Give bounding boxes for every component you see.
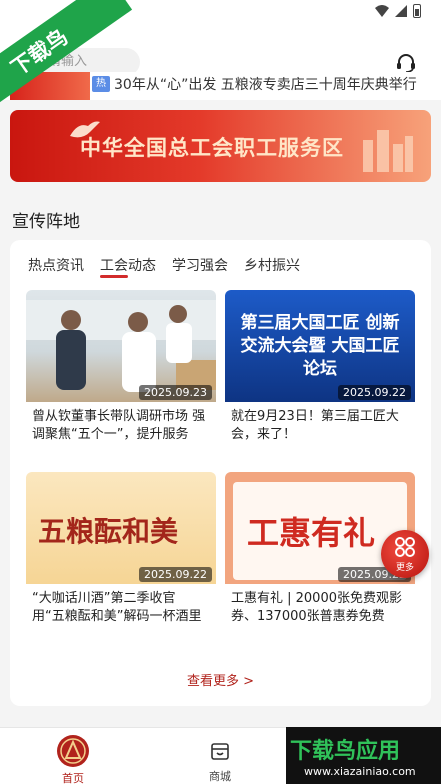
battery-icon (413, 4, 421, 18)
news-date: 2025.09.22 (338, 385, 411, 400)
tab-rural[interactable]: 乡村振兴 (244, 255, 300, 275)
grid-icon (395, 537, 415, 557)
news-image-text: 第三届大国工匠 创新交流大会暨 大国工匠论坛 (240, 313, 400, 379)
news-title: “大咖话川酒”第二季收官 用“五粮酝和美”解码一杯酒里的 (32, 591, 202, 624)
nav-mall-label: 商城 (209, 770, 231, 783)
category-tabs: 热点资讯 工会动态 学习强会 乡村振兴 (28, 255, 300, 278)
news-title: 曾从钦董事长带队调研市场 强调聚焦“五个一”，提升服务 (32, 409, 206, 442)
tab-study[interactable]: 学习强会 (172, 255, 228, 275)
news-date: 2025.09.22 (139, 567, 212, 582)
ticker-text: 30年从“心”出发 五粮液专卖店三十周年庆典举行 (114, 77, 417, 93)
view-more-link[interactable]: 查看更多 > (10, 670, 431, 689)
building-icon (363, 130, 413, 172)
news-date: 2025.09.23 (139, 385, 212, 400)
news-image: 五粮酝和美 2025.09.22 (26, 472, 216, 584)
banner-title: 中华全国总工会职工服务区 (80, 136, 344, 160)
news-card[interactable]: 2025.09.23 曾从钦董事长带队调研市场 强调聚焦“五个一”，提升服务 (26, 290, 216, 460)
watermark-title: 下载鸟应用 (290, 739, 401, 764)
banner[interactable]: 中华全国总工会职工服务区 (10, 110, 431, 182)
news-image: 第三届大国工匠 创新交流大会暨 大国工匠论坛 2025.09.22 (225, 290, 415, 402)
news-ticker[interactable]: 热 30年从“心”出发 五粮液专卖店三十周年庆典举行 (10, 72, 431, 100)
nav-mall[interactable]: 商城 (190, 734, 250, 784)
home-logo-icon (57, 735, 89, 767)
section-title: 宣传阵地 (12, 212, 80, 232)
more-float-label: 更多 (395, 563, 414, 573)
tab-union-news[interactable]: 工会动态 (100, 255, 156, 278)
news-title: 工惠有礼 | 20000张免费观影券、137000张普惠券免费 (231, 591, 402, 624)
signal-icon (395, 5, 407, 17)
nav-home[interactable]: 首页 (43, 734, 103, 784)
customer-service-icon[interactable] (395, 52, 417, 74)
promotion-card: 热点资讯 工会动态 学习强会 乡村振兴 2025.09.23 曾从钦董事长带队调… (10, 240, 431, 706)
store-icon (211, 743, 229, 760)
news-card[interactable]: 第三届大国工匠 创新交流大会暨 大国工匠论坛 2025.09.22 就在9月23… (225, 290, 415, 460)
watermark-url: www.xiazainiao.com (304, 765, 416, 778)
tab-hot-news[interactable]: 热点资讯 (28, 255, 84, 275)
news-card[interactable]: 五粮酝和美 2025.09.22 “大咖话川酒”第二季收官 用“五粮酝和美”解码… (26, 472, 216, 642)
news-image-text: 工惠有礼 (247, 514, 376, 552)
news-image-text: 五粮酝和美 (38, 515, 179, 548)
more-float-button[interactable]: 更多 (381, 530, 429, 578)
nav-home-label: 首页 (62, 772, 84, 784)
news-image: 2025.09.23 (26, 290, 216, 402)
hot-badge: 热 (92, 76, 110, 92)
wifi-icon (375, 5, 389, 17)
news-title: 就在9月23日！第三届工匠大会，来了！ (231, 409, 399, 442)
watermark-banner: 下载鸟应用 www.xiazainiao.com (286, 727, 441, 784)
